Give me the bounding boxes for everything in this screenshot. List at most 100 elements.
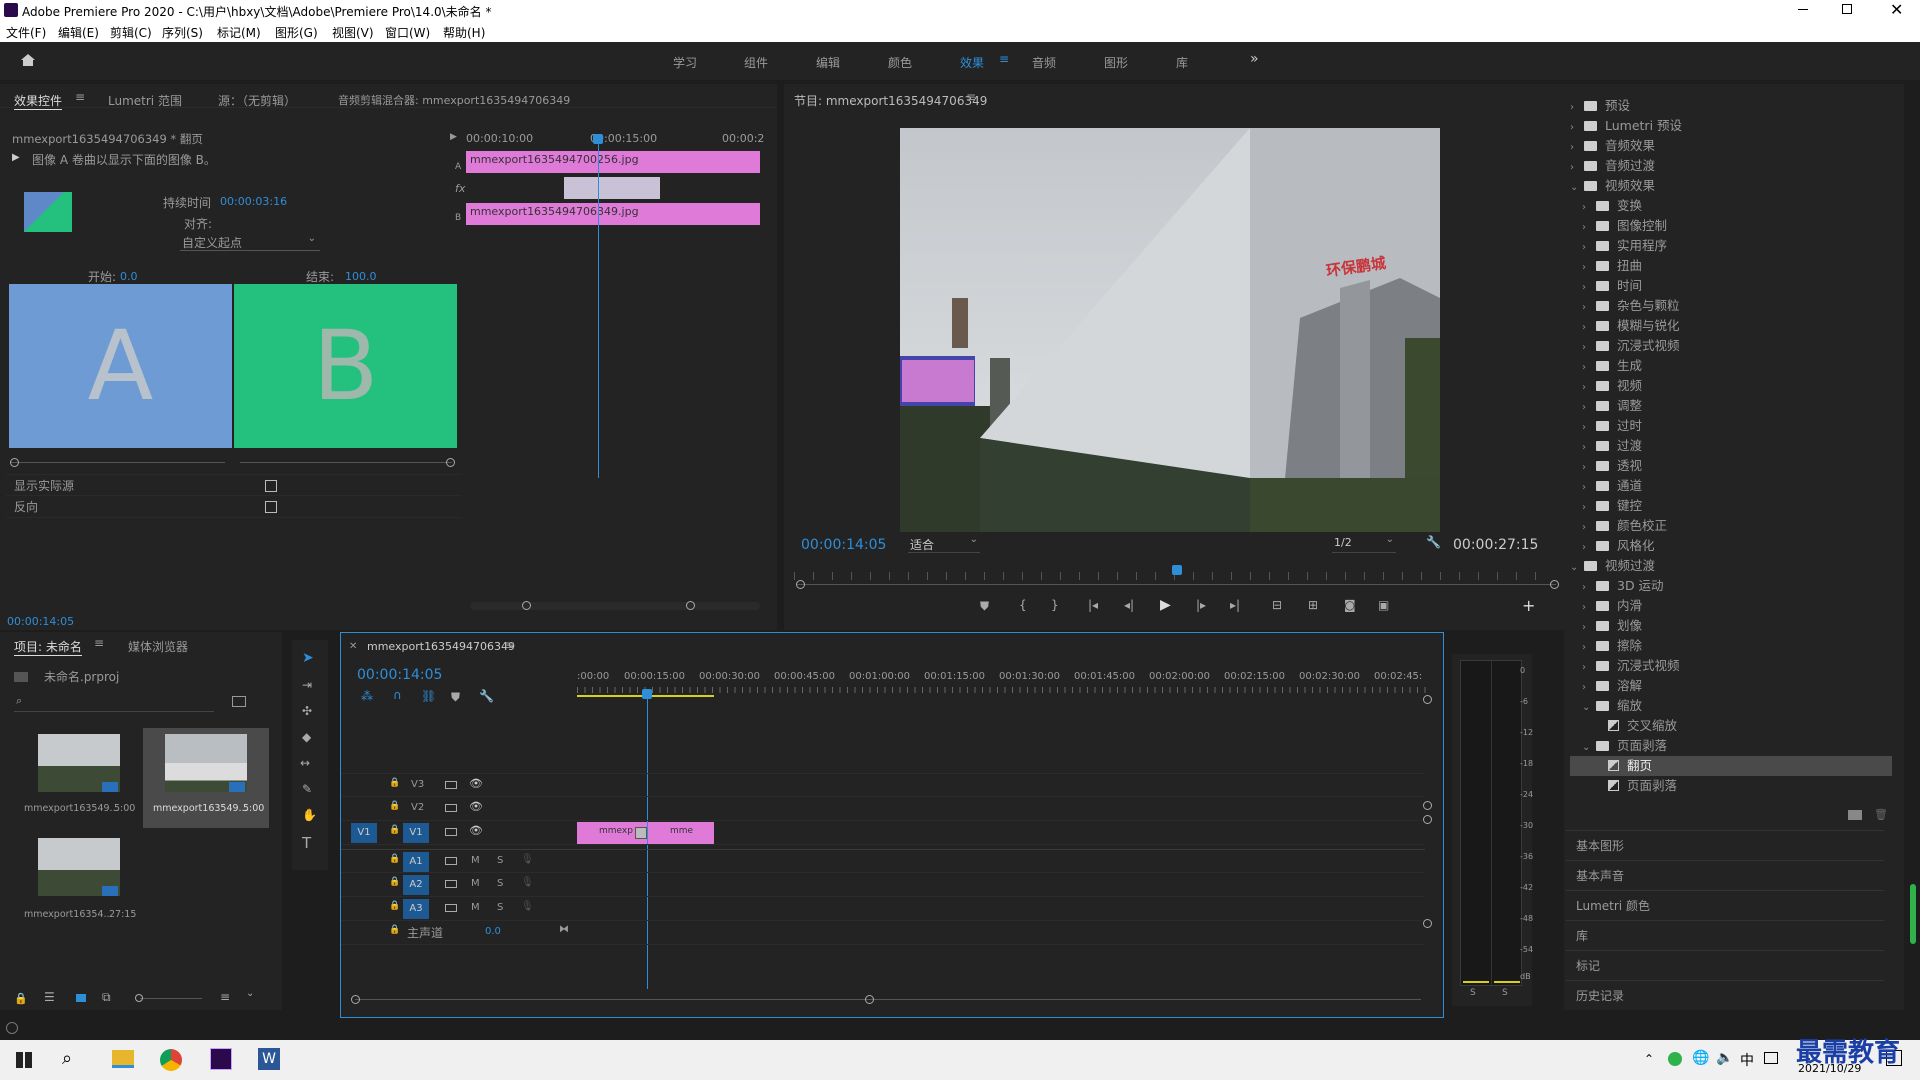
end-slider[interactable] <box>240 462 452 463</box>
toggle-sync-icon[interactable] <box>445 781 457 789</box>
effects-folder[interactable]: › 生成 <box>1570 356 1892 376</box>
menu-window[interactable]: 窗口(W) <box>385 24 430 41</box>
sort-icon[interactable]: ≡ <box>220 990 230 1004</box>
track-name[interactable]: A2 <box>403 875 429 895</box>
lock-icon[interactable]: 🔒 <box>389 925 400 935</box>
chevron-down-icon[interactable]: ⌄ <box>1570 178 1584 198</box>
solo-button[interactable]: S <box>497 855 503 866</box>
toggle-sync-icon[interactable] <box>445 880 457 888</box>
close-icon[interactable]: ✕ <box>1890 0 1903 19</box>
chevron-right-icon[interactable]: › <box>1582 218 1596 238</box>
fit-dropdown[interactable]: 适合 ⌄ <box>908 534 980 553</box>
minimize-icon[interactable] <box>1798 9 1808 10</box>
lock-icon[interactable]: 🔒 <box>389 825 400 835</box>
project-menu-icon[interactable]: ≡ <box>94 636 104 650</box>
toggle-sync-icon[interactable] <box>445 828 457 836</box>
solo-button[interactable]: S <box>497 878 503 889</box>
track-name[interactable]: A3 <box>403 899 429 919</box>
chevron-right-icon[interactable]: › <box>1582 298 1596 318</box>
mark-in-icon[interactable]: { <box>1019 598 1027 612</box>
tray-up-icon[interactable]: ⌃ <box>1644 1052 1654 1066</box>
chevron-right-icon[interactable]: › <box>1582 378 1596 398</box>
workspace-editing[interactable]: 编辑 <box>816 54 840 71</box>
ime-indicator[interactable]: 中 <box>1740 1050 1754 1070</box>
effects-folder[interactable]: › 键控 <box>1570 496 1892 516</box>
effects-folder[interactable]: › 杂色与颗粒 <box>1570 296 1892 316</box>
home-icon[interactable] <box>20 53 36 67</box>
timeline-zoom-scrollbar[interactable] <box>355 999 1421 1000</box>
effects-folder[interactable]: › 扭曲 <box>1570 256 1892 276</box>
nest-icon[interactable]: ⁂ <box>361 689 373 703</box>
go-to-in-icon[interactable]: |◂ <box>1088 598 1098 612</box>
toggle-sync-icon[interactable] <box>445 804 457 812</box>
solo-right-button[interactable]: S <box>1502 988 1508 998</box>
chevron-right-icon[interactable]: › <box>1582 678 1596 698</box>
tab-project[interactable]: 项目: 未命名 <box>14 638 82 656</box>
effects-folder[interactable]: › 过渡 <box>1570 436 1892 456</box>
chevron-right-icon[interactable]: › <box>1582 598 1596 618</box>
effect-controls-timecode[interactable]: 00:00:14:05 <box>7 615 74 628</box>
icon-view-icon[interactable] <box>76 994 86 1002</box>
chevron-right-icon[interactable]: › <box>1582 458 1596 478</box>
chevron-right-icon[interactable]: › <box>1582 358 1596 378</box>
mini-clip-b[interactable]: mmexport1635494706349.jpg <box>466 203 760 225</box>
end-slider-handle[interactable] <box>446 458 455 467</box>
menu-graphics[interactable]: 图形(G) <box>275 24 318 41</box>
menu-view[interactable]: 视图(V) <box>332 24 374 41</box>
list-view-icon[interactable]: ☰ <box>44 990 55 1004</box>
chevron-right-icon[interactable]: › <box>1582 478 1596 498</box>
add-marker-icon[interactable]: ⛊ <box>980 599 989 614</box>
lock-icon[interactable]: 🔒 <box>389 801 400 811</box>
vertical-scroll-handle[interactable] <box>1423 695 1432 704</box>
type-tool-icon[interactable]: T <box>302 834 311 852</box>
effects-folder[interactable]: › 变换 <box>1570 196 1892 216</box>
track-name[interactable]: V1 <box>403 823 429 843</box>
wechat-tray-icon[interactable] <box>1668 1052 1682 1066</box>
mini-clip-a[interactable]: mmexport1635494700256.jpg <box>466 151 760 173</box>
chevron-right-icon[interactable]: › <box>1582 578 1596 598</box>
vertical-scroll-handle[interactable] <box>1423 919 1432 928</box>
panel-menu-icon[interactable]: ≡ <box>75 90 85 104</box>
chevron-right-icon[interactable]: › <box>1582 518 1596 538</box>
workspace-menu-icon[interactable]: ≡ <box>999 52 1009 66</box>
extract-icon[interactable]: ⊞ <box>1308 598 1318 612</box>
mini-timeline-expand-icon[interactable]: ▶ <box>450 132 457 142</box>
menu-edit[interactable]: 编辑(E) <box>58 24 99 41</box>
chevron-right-icon[interactable]: › <box>1582 258 1596 278</box>
menu-marker[interactable]: 标记(M) <box>217 24 261 41</box>
workspace-graphics[interactable]: 图形 <box>1104 54 1128 71</box>
toggle-sync-icon[interactable] <box>445 904 457 912</box>
ime-keyboard-icon[interactable] <box>1764 1052 1778 1064</box>
timeline-clip-2[interactable]: mme <box>648 822 714 844</box>
chevron-right-icon[interactable]: › <box>1582 638 1596 658</box>
workspace-libraries[interactable]: 库 <box>1176 54 1188 71</box>
effects-folder[interactable]: ⌄ 视频过渡 <box>1570 556 1892 576</box>
resolution-dropdown[interactable]: 1/2 ⌄ <box>1332 534 1396 553</box>
effect-item[interactable]: 交叉缩放 <box>1570 716 1892 736</box>
track-name[interactable]: A1 <box>403 852 429 872</box>
effects-folder[interactable]: › 3D 运动 <box>1570 576 1892 596</box>
show-actual-checkbox[interactable] <box>265 480 277 492</box>
effects-folder[interactable]: › 视频 <box>1570 376 1892 396</box>
section-markers[interactable]: 标记 <box>1566 950 1884 978</box>
lock-icon[interactable]: 🔒 <box>14 992 28 1005</box>
chevron-right-icon[interactable]: › <box>1582 398 1596 418</box>
solo-button[interactable]: S <box>497 902 503 913</box>
effects-folder[interactable]: › 调整 <box>1570 396 1892 416</box>
chevron-right-icon[interactable]: › <box>1570 98 1584 118</box>
section-essential-sound[interactable]: 基本声音 <box>1566 860 1884 888</box>
effect-item[interactable]: 翻页 <box>1570 756 1892 776</box>
new-bin-from-search-icon[interactable] <box>232 696 246 707</box>
hand-tool-icon[interactable]: ✋ <box>302 808 317 822</box>
lift-icon[interactable]: ⊟ <box>1272 598 1282 612</box>
zoom-slider[interactable] <box>140 998 202 999</box>
tab-audio-clip-mixer[interactable]: 音频剪辑混合器: mmexport1635494706349 <box>338 92 570 108</box>
mini-zoom-handle-right[interactable] <box>686 601 695 610</box>
selection-tool-icon[interactable]: ➤ <box>302 650 314 666</box>
program-zoom-handle-right[interactable] <box>1550 580 1559 589</box>
mic-icon[interactable]: 🎙 <box>521 854 534 865</box>
effects-folder[interactable]: › 沉浸式视频 <box>1570 656 1892 676</box>
effects-folder[interactable]: › 过时 <box>1570 416 1892 436</box>
panel-scrollbar[interactable] <box>1910 884 1916 944</box>
start-slider[interactable] <box>10 462 225 463</box>
